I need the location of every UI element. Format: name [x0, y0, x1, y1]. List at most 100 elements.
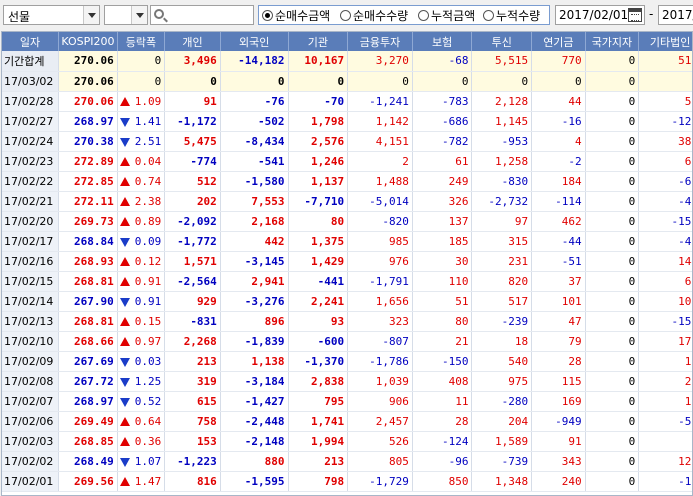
table-row[interactable]: 17/02/28 270.06 1.09 91 -76 -70 -1,241 -783 2,12… [2, 91, 692, 112]
radio-unchecked-icon[interactable] [418, 9, 429, 21]
date-cell: 17/02/02 [2, 451, 60, 472]
table-row[interactable]: 17/02/08 267.72 1.25 319 -3,184 2,838 1,039 408… [2, 371, 692, 392]
financial-investment-cell: 1,488 [347, 171, 413, 192]
period-total-row[interactable]: 기간합계 270.06 0 3,496 -14,182 10,167 3,270 -68 5,5… [2, 51, 692, 72]
insurance-cell: -96 [412, 451, 473, 472]
table-row[interactable]: 17/02/15 268.81 0.91 -2,564 2,941 -441 -1,791 1… [2, 271, 692, 292]
column-header[interactable]: 보험 [412, 32, 473, 51]
search-input[interactable] [150, 5, 254, 25]
secondary-select[interactable] [104, 5, 148, 25]
insurance-cell: 51 [412, 291, 473, 312]
table-row[interactable]: 17/02/22 272.85 0.74 512 -1,580 1,137 1,488 249… [2, 171, 692, 192]
radio-net-buy-quantity[interactable]: 순매수수량 [340, 7, 408, 23]
column-header[interactable]: 연기금 [531, 32, 586, 51]
financial-investment-cell: 976 [347, 251, 413, 272]
column-header[interactable]: KOSPI200 [58, 32, 118, 51]
kospi200-cell: 268.97 [58, 391, 118, 412]
investment-trust-cell: 2,128 [471, 91, 533, 112]
column-header[interactable]: 금융투자 [347, 32, 413, 51]
change-cell: 2.51 [117, 131, 166, 152]
date-from-field[interactable]: 2017/02/01 [555, 5, 645, 25]
government-cell: 0 [585, 271, 640, 292]
pension-fund-cell: 44 [531, 91, 586, 112]
change-value: 1.25 [134, 374, 162, 388]
chevron-down-icon[interactable] [131, 6, 147, 24]
column-header[interactable]: 기관 [288, 32, 349, 51]
column-header[interactable]: 국가지자 [585, 32, 640, 51]
table-row[interactable]: 17/02/21 272.11 2.38 202 7,553 -7,710 -5,014 32… [2, 191, 692, 212]
institution-cell: 2,838 [288, 371, 349, 392]
table-row[interactable]: 17/02/20 269.73 0.89 -2,092 2,168 80 -820 137 97… [2, 211, 692, 232]
kospi200-cell: 268.85 [58, 431, 118, 452]
table-row[interactable]: 17/02/17 268.84 0.09 -1,772 442 1,375 985 185 31… [2, 231, 692, 252]
other-corporation-cell: -45 [638, 231, 692, 252]
radio-unchecked-icon[interactable] [340, 9, 351, 21]
change-cell: 1.47 [117, 471, 166, 492]
table-row[interactable]: 17/02/10 268.66 0.97 2,268 -1,839 -600 -807 21 1… [2, 331, 692, 352]
kospi200-cell: 272.11 [58, 191, 118, 212]
column-header[interactable]: 개인 [164, 32, 221, 51]
table-row[interactable]: 17/02/24 270.38 2.51 5,475 -8,434 2,576 4,151-… [2, 131, 692, 152]
individual-cell: 512 [164, 171, 221, 192]
table-row[interactable]: 17/02/07 268.97 0.52 615 -1,427 795 906 11 -280 1… [2, 391, 692, 412]
other-corporation-cell: 144 [638, 251, 692, 272]
table-row[interactable]: 17/02/16 268.93 0.12 1,571 -3,145 1,429 976 30 2… [2, 251, 692, 272]
column-header[interactable]: 투신 [471, 32, 533, 51]
table-row[interactable]: 17/02/01 269.56 1.47 816 -1,595 798 -1,729 850 1… [2, 471, 692, 492]
radio-cumulative-amount[interactable]: 누적금액 [418, 7, 475, 23]
date-range-separator: - [649, 7, 654, 21]
table-row[interactable]: 17/02/27 268.97 1.41 -1,172 -502 1,798 1,142 -6… [2, 111, 692, 132]
investment-trust-cell: 5,515 [471, 51, 533, 72]
up-triangle-icon [119, 156, 130, 166]
other-corporation-cell: 382 [638, 131, 692, 152]
table-row[interactable]: 17/03/02270.060000000000 [2, 71, 692, 92]
down-triangle-icon [119, 377, 130, 387]
column-header[interactable]: 등락폭 [117, 32, 166, 51]
investment-trust-cell: -739 [471, 451, 533, 472]
calendar-icon[interactable] [628, 8, 642, 22]
table-row[interactable]: 17/02/23 272.89 0.04 -774 -541 1,246 2 61 1,258-… [2, 151, 692, 172]
up-triangle-icon [119, 316, 130, 326]
radio-checked-icon[interactable] [262, 9, 273, 21]
government-cell: 0 [585, 451, 640, 472]
financial-investment-cell: -1,786 [347, 351, 413, 372]
financial-investment-cell: -807 [347, 331, 413, 352]
individual-cell: 2,268 [164, 331, 221, 352]
market-select-value: 선물 [8, 10, 31, 24]
date-to-field[interactable]: 2017/ [658, 5, 693, 25]
table-row[interactable]: 17/02/02 268.49 1.07 -1,223 880 213 805 -96 -739… [2, 451, 692, 472]
radio-net-buy-amount[interactable]: 순매수금액 [262, 7, 330, 23]
institution-cell: 1,994 [288, 431, 349, 452]
column-header[interactable]: 외국인 [220, 32, 289, 51]
institution-cell: 798 [288, 471, 349, 492]
table-row[interactable]: 17/02/03 268.85 0.36 153 -2,148 1,994 526 -124 1… [2, 431, 692, 452]
individual-cell: -1,223 [164, 451, 221, 472]
change-cell: 0.04 [117, 151, 166, 172]
date-cell: 17/02/17 [2, 231, 60, 252]
table-row[interactable]: 17/02/09 267.69 0.03 213 1,138 -1,370 -1,786 -1… [2, 351, 692, 372]
individual-cell: 319 [164, 371, 221, 392]
individual-cell: 816 [164, 471, 221, 492]
investment-trust-cell: -2,732 [471, 191, 533, 212]
column-header[interactable]: 기타법인 [638, 32, 692, 51]
table-row[interactable]: 17/02/13 268.81 0.15 -831 896 93 323 80 -239 47 0-… [2, 311, 692, 332]
radio-cumulative-quantity[interactable]: 누적수량 [483, 7, 540, 23]
institution-cell: -70 [288, 91, 349, 112]
table-row[interactable]: 17/02/14 267.90 0.91 929 -3,276 2,241 1,656 51 5… [2, 291, 692, 312]
investment-trust-cell: 1,589 [471, 431, 533, 452]
date-cell: 17/02/23 [2, 151, 60, 172]
column-header[interactable]: 일자 [2, 32, 60, 51]
pension-fund-cell: 343 [531, 451, 586, 472]
insurance-cell: -686 [412, 111, 473, 132]
change-cell: 0 [117, 71, 166, 92]
financial-investment-cell: -820 [347, 211, 413, 232]
foreign-cell: -1,580 [220, 171, 289, 192]
chevron-down-icon[interactable] [83, 6, 99, 24]
down-triangle-icon [119, 357, 130, 367]
financial-investment-cell: 4,151 [347, 131, 413, 152]
table-row[interactable]: 17/02/06 269.49 0.64 758 -2,448 1,741 2,457 28 2… [2, 411, 692, 432]
market-select[interactable]: 선물 [3, 5, 100, 25]
search-icon[interactable] [154, 9, 164, 19]
insurance-cell: 850 [412, 471, 473, 492]
radio-unchecked-icon[interactable] [483, 9, 494, 21]
